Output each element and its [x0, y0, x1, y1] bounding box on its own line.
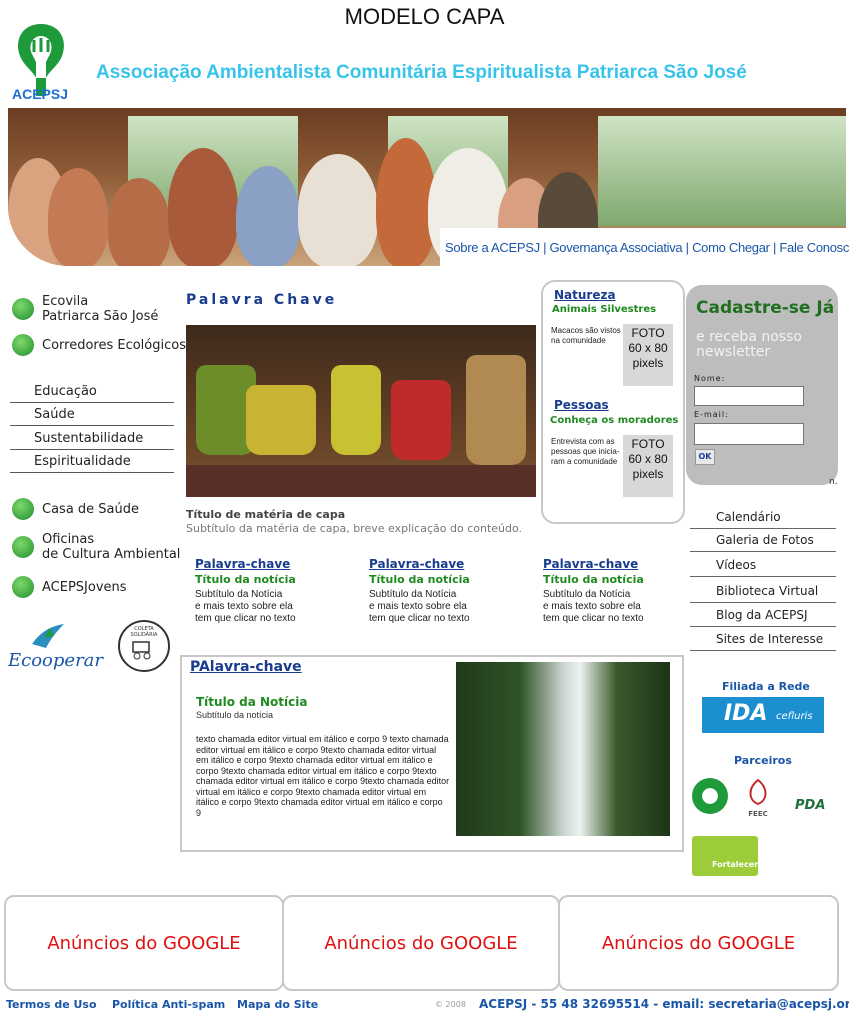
ida-logo[interactable]: IDA cefluris	[702, 697, 824, 733]
featured-title[interactable]: Título da Notícia	[196, 695, 307, 709]
news-title[interactable]: Título da notícia	[543, 573, 693, 586]
news-subtitle: Subtítulo da Notícia e mais texto sobre …	[195, 589, 296, 624]
side-news-title[interactable]: Animais Silvestres	[552, 304, 656, 315]
side-news-box: Natureza Animais Silvestres Macacos são …	[541, 280, 685, 524]
featured-keyword[interactable]: PAlavra-chave	[190, 659, 302, 675]
news-title[interactable]: Título da notícia	[369, 573, 519, 586]
news-keyword[interactable]: Palavra-chave	[369, 557, 519, 571]
featured-subtitle: Subtítulo da notícia	[196, 710, 274, 720]
side-news-subtitle: Entrevista com as pessoas que inicia- ra…	[551, 437, 620, 466]
name-input[interactable]	[694, 386, 804, 406]
google-ad-2[interactable]: Anúncios do GOOGLE	[282, 895, 560, 991]
news-keyword[interactable]: Palavra-chave	[195, 557, 345, 571]
right-menu-biblioteca[interactable]: Biblioteca Virtual	[690, 584, 836, 603]
photo-placeholder: FOTO 60 x 80 pixels	[623, 324, 673, 386]
google-ad-1[interactable]: Anúncios do GOOGLE	[4, 895, 284, 991]
side-news-title[interactable]: Conheça os moradores	[550, 415, 678, 426]
partner-logo-feec[interactable]: FEEC	[744, 778, 772, 820]
logo-text: ACEPSJ	[11, 86, 69, 102]
partner-logo-pda[interactable]: PDA	[795, 798, 825, 813]
sidebar-item-casa-de-saude[interactable]: Casa de Saúde	[12, 498, 139, 520]
menu-item-sustentabilidade[interactable]: Sustentabilidade	[10, 431, 174, 450]
menu-item-saude[interactable]: Saúde	[10, 407, 174, 426]
email-input[interactable]	[694, 423, 804, 445]
news-title[interactable]: Título da notícia	[195, 573, 345, 586]
google-ad-3[interactable]: Anúncios do GOOGLE	[558, 895, 839, 991]
right-menu-calendario[interactable]: Calendário	[690, 510, 836, 529]
side-news-keyword[interactable]: Natureza	[554, 288, 616, 302]
cart-icon	[132, 641, 151, 660]
page-title: MODELO CAPA	[344, 4, 505, 29]
cover-title[interactable]: Título de matéria de capa	[186, 508, 345, 521]
partners-label: Parceiros	[734, 754, 792, 767]
featured-waterfall-photo[interactable]	[456, 662, 670, 836]
signup-title: Cadastre-se Já	[696, 298, 835, 318]
news-item[interactable]: Palavra-chave Título da notícia Subtítul…	[369, 557, 519, 625]
partner-logo-fortalecer[interactable]: Fortalecer	[692, 836, 758, 876]
leaf-icon	[12, 334, 34, 356]
news-subtitle: Subtítulo da Notícia e mais texto sobre …	[543, 589, 644, 624]
stray-text: n.	[829, 477, 838, 487]
ok-button[interactable]: OK	[695, 449, 715, 465]
cover-photo[interactable]	[186, 325, 536, 497]
right-menu-sites[interactable]: Sites de Interesse	[690, 632, 836, 651]
name-label: Nome:	[694, 374, 726, 383]
menu-item-espiritualidade[interactable]: Espiritualidade	[10, 454, 174, 473]
featured-body: texto chamada editor virtual em itálico …	[196, 734, 450, 818]
sidebar-item-oficinas[interactable]: Oficinas de Cultura Ambiental	[12, 532, 180, 562]
leaf-icon	[12, 498, 34, 520]
leaf-icon	[12, 576, 34, 598]
footer-link-antispam[interactable]: Política Anti-spam	[112, 998, 225, 1011]
ecooperar-logo[interactable]: Ecooperar	[8, 620, 108, 678]
sidebar-item-corredores[interactable]: Corredores Ecológicos	[12, 334, 186, 356]
keyword-title[interactable]: Palavra Chave	[186, 292, 337, 308]
leaf-icon	[12, 298, 34, 320]
footer-link-terms[interactable]: Termos de Uso	[6, 998, 97, 1011]
photo-placeholder: FOTO 60 x 80 pixels	[623, 435, 673, 497]
email-label: E-mail:	[694, 410, 729, 419]
association-name: Associação Ambientalista Comunitária Esp…	[96, 62, 747, 83]
right-menu-galeria[interactable]: Galeria de Fotos	[690, 533, 836, 552]
leaf-icon	[12, 536, 34, 558]
signup-subtitle: e receba nosso newsletter	[696, 329, 802, 360]
news-subtitle: Subtítulo da Notícia e mais texto sobre …	[369, 589, 470, 624]
feec-icon	[749, 778, 767, 806]
cover-subtitle: Subtítulo da matéria de capa, breve expl…	[186, 522, 523, 535]
right-menu-blog[interactable]: Blog da ACEPSJ	[690, 608, 836, 627]
copyright: © 2008	[435, 1000, 466, 1009]
top-nav-links[interactable]: Sobre a ACEPSJ | Governança Associativa …	[445, 240, 849, 255]
news-item[interactable]: Palavra-chave Título da notícia Subtítul…	[195, 557, 345, 625]
side-news-keyword[interactable]: Pessoas	[554, 398, 609, 412]
right-menu-videos[interactable]: Vídeos	[690, 558, 836, 577]
sidebar-item-acepsjovens[interactable]: ACEPSJovens	[12, 576, 127, 598]
affiliation-label: Filiada a Rede	[722, 680, 810, 693]
hummingbird-icon	[32, 624, 64, 648]
news-item[interactable]: Palavra-chave Título da notícia Subtítul…	[543, 557, 693, 625]
footer-link-sitemap[interactable]: Mapa do Site	[237, 998, 318, 1011]
footer-contact: ACEPSJ - 55 48 32695514 - email: secreta…	[479, 997, 849, 1011]
sidebar-item-ecovila[interactable]: Ecovila Patriarca São José	[12, 294, 158, 324]
side-news-subtitle: Macacos são vistos na comunidade	[551, 326, 621, 345]
coleta-solidaria-logo[interactable]: COLETA SOLIDÁRIA	[118, 620, 170, 672]
news-keyword[interactable]: Palavra-chave	[543, 557, 693, 571]
menu-item-educacao[interactable]: Educação	[10, 384, 174, 403]
partner-logo-1[interactable]	[692, 778, 728, 814]
